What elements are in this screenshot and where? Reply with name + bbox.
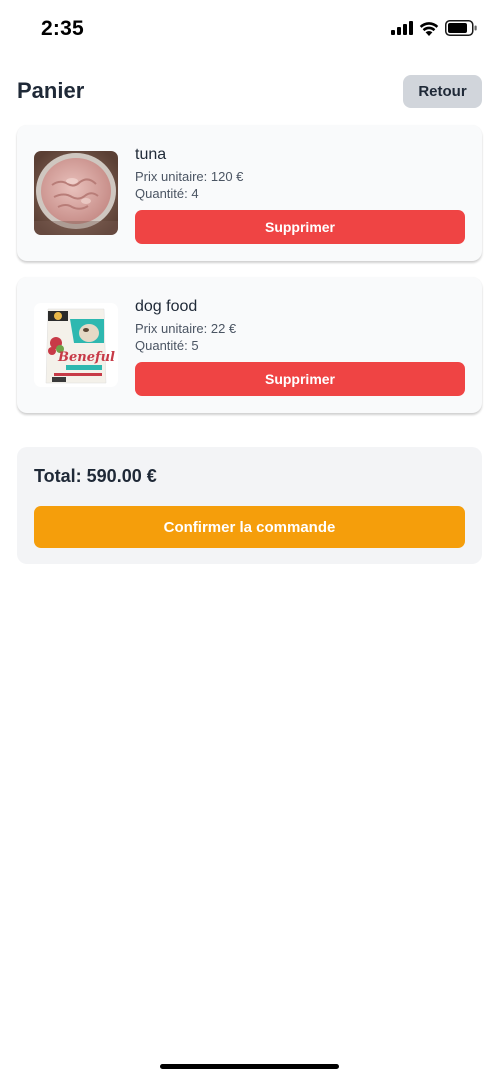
product-image: Beneful xyxy=(34,303,118,387)
status-bar: 2:35 xyxy=(0,0,499,60)
back-button[interactable]: Retour xyxy=(403,75,482,108)
page-title: Panier xyxy=(17,78,85,103)
remove-item-button[interactable]: Supprimer xyxy=(135,362,465,396)
product-image xyxy=(34,151,118,235)
svg-text:Beneful: Beneful xyxy=(57,350,115,365)
cart-item-card: Beneful dog food Prix unitaire: 22 € Qua… xyxy=(17,277,482,413)
item-unit-price: Prix unitaire: 22 € xyxy=(135,321,237,336)
status-time: 2:35 xyxy=(41,17,84,40)
order-summary: Total: 590.00 € Confirmer la commande xyxy=(17,447,482,564)
confirm-order-button[interactable]: Confirmer la commande xyxy=(34,506,465,548)
home-indicator[interactable] xyxy=(160,1064,339,1069)
cellular-signal-icon xyxy=(391,21,413,40)
cart-item-card: tuna Prix unitaire: 120 € Quantité: 4 Su… xyxy=(17,125,482,261)
item-name: tuna xyxy=(135,146,167,163)
order-total: Total: 590.00 € xyxy=(34,466,157,486)
status-icons xyxy=(391,20,477,41)
wifi-icon xyxy=(419,21,439,41)
item-quantity: Quantité: 5 xyxy=(135,338,199,353)
item-name: dog food xyxy=(135,298,198,315)
item-quantity: Quantité: 4 xyxy=(135,186,199,201)
item-unit-price: Prix unitaire: 120 € xyxy=(135,169,244,184)
battery-icon xyxy=(445,20,477,41)
remove-item-button[interactable]: Supprimer xyxy=(135,210,465,244)
